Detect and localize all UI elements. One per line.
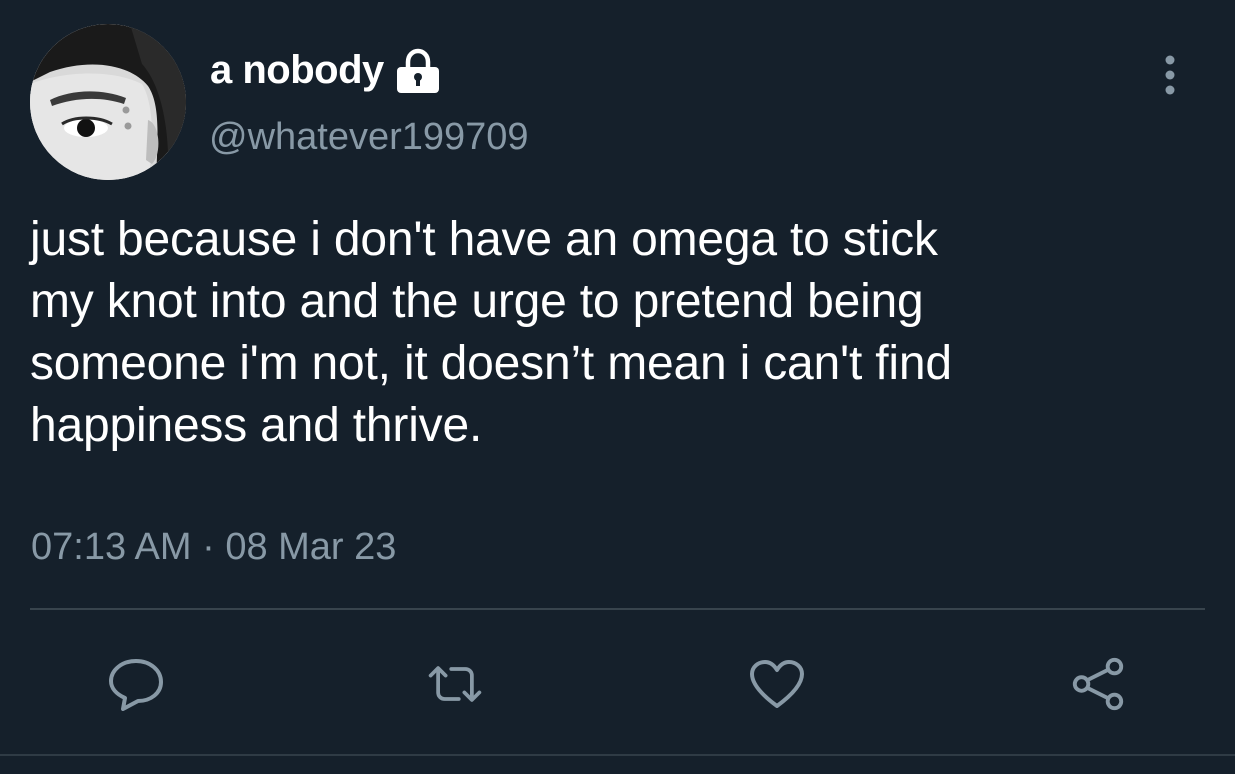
heart-icon xyxy=(750,660,804,708)
profile-photo xyxy=(30,24,186,180)
tweet-timestamp[interactable]: 07:13 AM · 08 Mar 23 xyxy=(31,528,396,566)
more-vertical-icon xyxy=(1165,55,1175,95)
lock-icon xyxy=(394,48,442,94)
bottom-divider xyxy=(0,754,1235,756)
share-icon xyxy=(1072,657,1124,711)
reply-icon xyxy=(109,659,163,711)
author-handle[interactable]: @whatever199709 xyxy=(209,118,529,156)
tweet-text: just because i don't have an omega to st… xyxy=(30,213,952,452)
share-button[interactable] xyxy=(1068,656,1128,712)
more-options-button[interactable] xyxy=(1150,50,1190,100)
display-name[interactable]: a nobody xyxy=(210,50,384,90)
retweet-icon xyxy=(428,666,482,702)
retweet-button[interactable] xyxy=(425,656,485,712)
divider xyxy=(30,608,1205,610)
reply-button[interactable] xyxy=(106,656,166,712)
avatar[interactable] xyxy=(30,24,186,180)
like-button[interactable] xyxy=(747,656,807,712)
author-name-row: a nobody xyxy=(210,44,442,96)
